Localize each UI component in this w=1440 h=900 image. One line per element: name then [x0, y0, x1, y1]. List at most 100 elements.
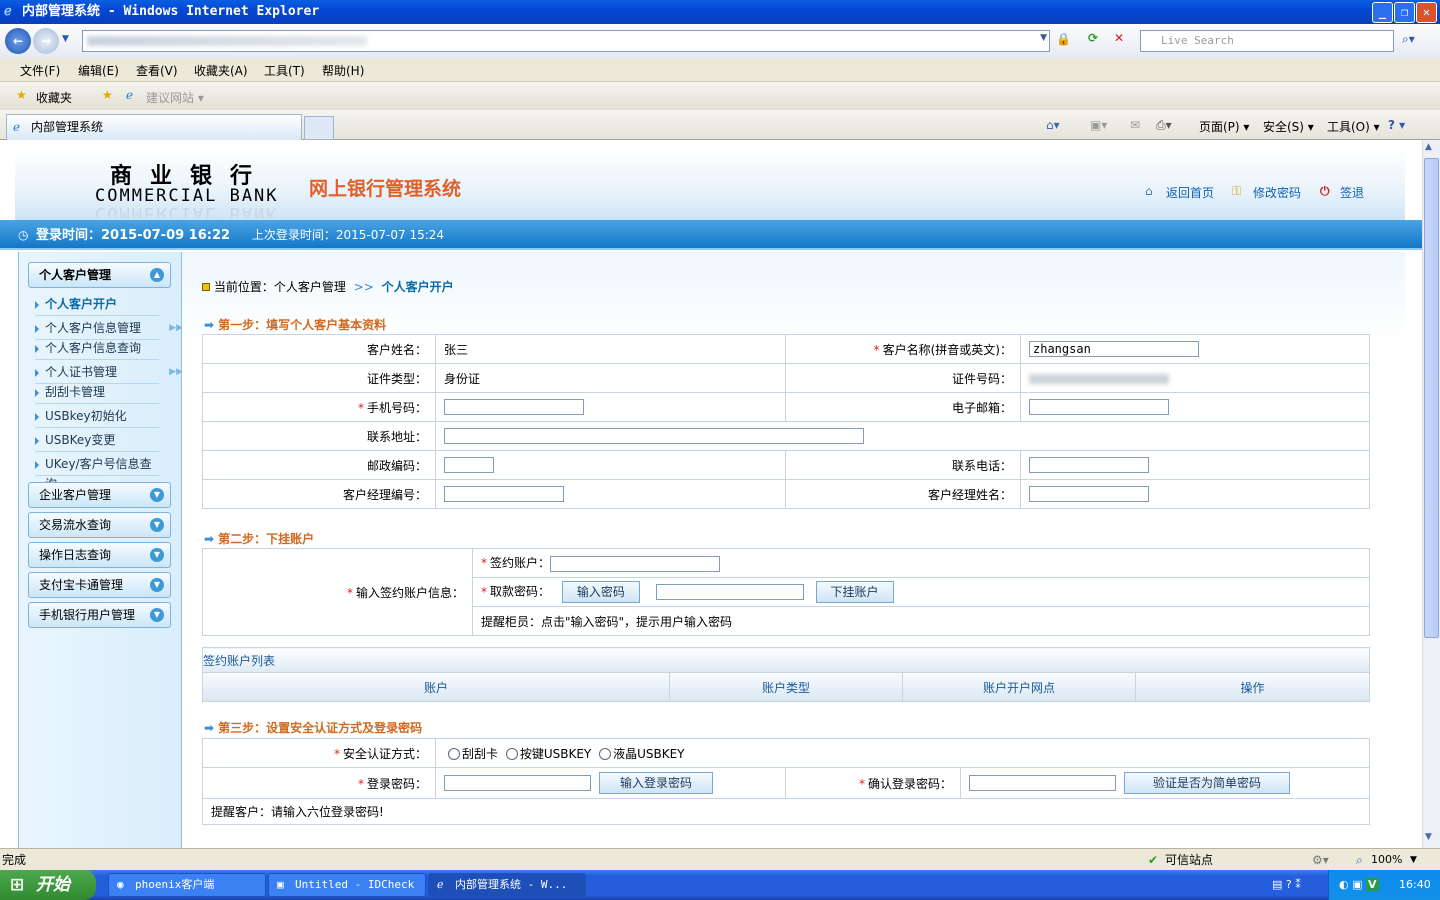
tray-network-icon[interactable]: ◐ ▣ V	[1339, 870, 1379, 900]
arrow-icon: ➡	[204, 532, 215, 546]
enter-login-pwd-button[interactable]: 输入登录密码	[599, 772, 714, 794]
phone-input[interactable]	[1029, 457, 1149, 473]
sidebar-item-open-account[interactable]: 个人客户开户	[35, 294, 159, 316]
close-button[interactable]: ✕	[1416, 2, 1437, 23]
item-label: 个人客户信息管理	[45, 321, 142, 335]
customer-info-table: 客户姓名： 张三 * 客户名称(拼音或英文)： zhangsan 证件类型： 身份证 证…	[202, 334, 1370, 509]
sidebar-group-alipay[interactable]: 支付宝卡通管理 ▼	[28, 572, 171, 598]
tray-keyboard-icon[interactable]: ▤ ? ⁑	[1272, 878, 1301, 891]
home-link[interactable]: 返回首页	[1166, 184, 1214, 201]
sidebar-group-enterprise[interactable]: 企业客户管理 ▼	[28, 482, 171, 508]
task-ie[interactable]: ℯ 内部管理系统 - W...	[428, 873, 586, 897]
expand-icon[interactable]: ▼	[150, 608, 164, 622]
breadcrumb-sep: >>	[353, 280, 374, 294]
menu-edit[interactable]: 编辑(E)	[78, 62, 119, 79]
sidebar-item-cert-manage[interactable]: 个人证书管理 ▶▶	[35, 362, 183, 384]
tab-internal-system[interactable]: ℯ 内部管理系统	[6, 114, 302, 140]
address-input[interactable]	[444, 428, 864, 444]
back-button[interactable]: ←	[5, 28, 31, 54]
sidebar-group-mobile[interactable]: 手机银行用户管理 ▼	[28, 602, 171, 628]
enter-password-button[interactable]: 输入密码	[561, 581, 640, 603]
sidebar-group-personal[interactable]: 个人客户管理 ▲	[28, 262, 171, 288]
window-title-bar: ℯ 内部管理系统 - Windows Internet Explorer _ ❐…	[0, 0, 1440, 24]
zip-input[interactable]	[444, 457, 494, 473]
menu-help[interactable]: 帮助(H)	[322, 62, 364, 79]
maximize-button[interactable]: ❐	[1394, 2, 1415, 23]
radio-lcd-usbkey[interactable]	[599, 748, 612, 760]
help-menu[interactable]: ? ▾	[1388, 118, 1405, 132]
confirm-pwd-input[interactable]	[969, 775, 1116, 791]
logout-link[interactable]: 签退	[1340, 184, 1364, 201]
home-icon[interactable]: ⌂▾	[1046, 118, 1060, 132]
logo-en: COMMERCIAL BANK	[95, 186, 279, 206]
radio-label: 液晶USBKEY	[613, 746, 685, 761]
ename-input[interactable]: zhangsan	[1029, 341, 1199, 357]
forward-button[interactable]: →	[33, 28, 59, 54]
radio-button-usbkey[interactable]	[505, 748, 518, 760]
vertical-scrollbar[interactable]: ▲ ▼	[1422, 140, 1440, 848]
menu-tools[interactable]: 工具(T)	[264, 62, 305, 79]
new-tab-button[interactable]	[304, 116, 334, 140]
stop-button[interactable]: ✕	[1114, 31, 1124, 45]
expand-icon[interactable]: ▼	[150, 488, 164, 502]
security-table: * 安全认证方式： 刮刮卡 按键USBKEY 液晶USBKEY * 登录密码： 输入…	[202, 738, 1370, 825]
lock-icon[interactable]: 🔒	[1056, 32, 1071, 46]
item-label: 刮刮卡管理	[45, 385, 106, 399]
attach-account-button[interactable]: 下挂账户	[815, 581, 894, 603]
add-favorite-icon[interactable]: ★	[102, 88, 113, 102]
task-phoenix[interactable]: ◉ phoenix客户端	[108, 873, 266, 897]
address-input[interactable]: ▼	[82, 30, 1050, 52]
expand-icon[interactable]: ▼	[150, 518, 164, 532]
ie-icon: ℯ	[4, 4, 12, 19]
login-pwd-input[interactable]	[444, 775, 591, 791]
expand-icon[interactable]: ▼	[150, 578, 164, 592]
check-simple-pwd-button[interactable]: 验证是否为简单密码	[1124, 772, 1291, 794]
search-icon[interactable]: ⌕▾	[1402, 32, 1415, 47]
sidebar-item-info-query[interactable]: 个人客户信息查询	[35, 338, 159, 360]
account-input[interactable]	[550, 555, 721, 572]
manager-name-input[interactable]	[1029, 486, 1149, 502]
minimize-button[interactable]: _	[1372, 2, 1393, 23]
menu-favorites[interactable]: 收藏夹(A)	[194, 62, 248, 79]
sidebar-item-usbkey-change[interactable]: USBKey变更	[35, 430, 159, 452]
print-icon[interactable]: ⎙▾	[1156, 118, 1172, 133]
zoom-dropdown-icon[interactable]: ▼	[1410, 849, 1417, 871]
start-button[interactable]: ⊞ 开始	[0, 870, 96, 900]
sidebar-item-usbkey-init[interactable]: USBkey初始化	[35, 406, 159, 428]
history-dropdown-icon[interactable]: ▼	[62, 34, 69, 44]
sidebar-group-oplog[interactable]: 操作日志查询 ▼	[28, 542, 171, 568]
refresh-button[interactable]: ⟳	[1088, 31, 1098, 45]
zoom-level[interactable]: 100%	[1371, 849, 1402, 871]
task-idcheck[interactable]: ▣ Untitled - IDCheck	[268, 873, 426, 897]
manager-no-input[interactable]	[444, 486, 564, 502]
tools-menu[interactable]: 工具(O) ▾	[1327, 118, 1380, 135]
mobile-input[interactable]	[444, 399, 584, 415]
feeds-icon[interactable]: ▣▾	[1090, 118, 1107, 132]
favorites-button[interactable]: 收藏夹	[36, 89, 72, 106]
sidebar-group-transactions[interactable]: 交易流水查询 ▼	[28, 512, 171, 538]
email-input[interactable]	[1029, 399, 1169, 415]
menu-file[interactable]: 文件(F)	[20, 62, 60, 79]
main-content: 当前位置：个人客户管理 >> 个人客户开户 ➡ 第一步：填写个人客户基本资料 客户…	[182, 252, 1405, 848]
mail-icon[interactable]: ✉	[1130, 118, 1140, 132]
expand-icon[interactable]: ▼	[150, 548, 164, 562]
page-menu[interactable]: 页面(P) ▾	[1199, 118, 1249, 135]
sidebar-item-info-manage[interactable]: 个人客户信息管理 ▶▶	[35, 318, 183, 340]
sidebar-item-ukey-query[interactable]: UKey/客户号信息查询	[35, 454, 159, 491]
protected-mode-icon[interactable]: ⚙▾	[1312, 849, 1329, 871]
address-dropdown-icon[interactable]: ▼	[1040, 33, 1047, 43]
withdraw-pwd-input[interactable]	[655, 584, 804, 600]
search-input[interactable]: Live Search	[1140, 30, 1394, 52]
radio-scratch-card[interactable]	[448, 748, 460, 760]
scroll-up-icon[interactable]: ▲	[1425, 142, 1432, 152]
group-label: 交易流水查询	[39, 518, 112, 532]
scroll-thumb[interactable]	[1424, 158, 1439, 638]
menu-view[interactable]: 查看(V)	[136, 62, 178, 79]
change-password-link[interactable]: 修改密码	[1253, 184, 1301, 201]
col-branch: 账户开户网点	[902, 672, 1136, 702]
safety-menu[interactable]: 安全(S) ▾	[1263, 118, 1314, 135]
suggested-sites-button[interactable]: 建议网站 ▾	[146, 89, 204, 106]
sidebar-item-scratch-card[interactable]: 刮刮卡管理	[35, 382, 159, 404]
scroll-down-icon[interactable]: ▼	[1425, 832, 1432, 842]
collapse-icon[interactable]: ▲	[150, 268, 164, 282]
